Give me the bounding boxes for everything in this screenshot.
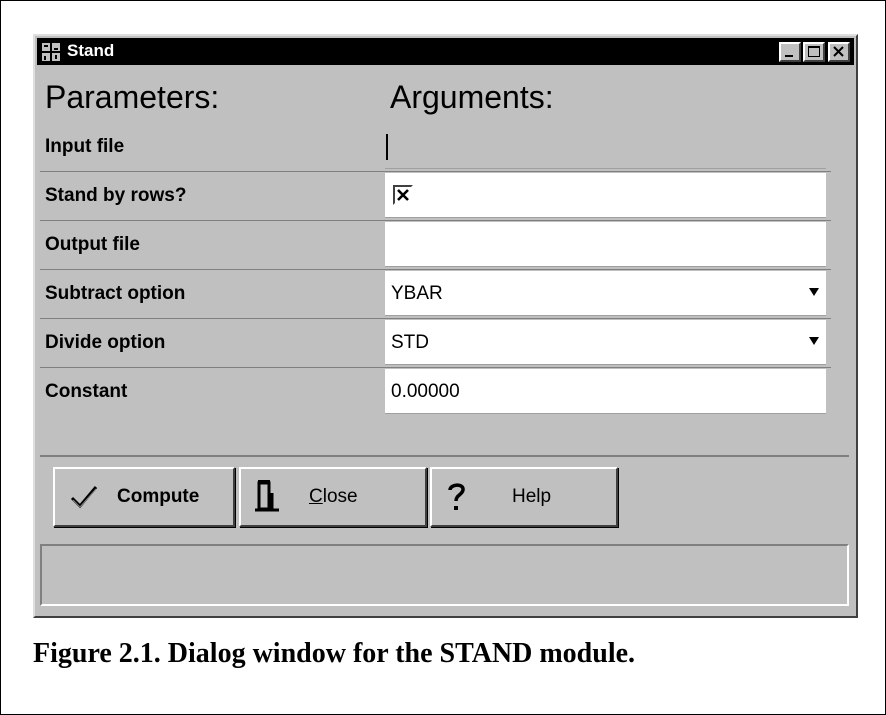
row-input-file: Input file: [40, 123, 831, 171]
checkmark-x-icon: [397, 189, 409, 201]
stand-dialog-window: Stand Parameters: Arguments: Input file …: [33, 34, 858, 618]
subtract-option-select[interactable]: YBAR: [385, 271, 826, 316]
row-output-file: Output file: [40, 221, 831, 269]
status-bar: [40, 544, 849, 606]
constant-field[interactable]: 0.00000: [385, 369, 826, 414]
row-label: Divide option: [45, 332, 166, 353]
stand-by-rows-cell: [385, 173, 826, 218]
row-subtract-option: Subtract option YBAR: [40, 270, 831, 318]
question-mark-icon: [448, 483, 465, 510]
row-stand-by-rows: Stand by rows?: [40, 172, 831, 220]
close-icon: [833, 46, 844, 57]
figure-caption: Figure 2.1. Dialog window for the STAND …: [33, 638, 636, 669]
row-label: Constant: [45, 381, 128, 402]
help-button[interactable]: Help: [430, 467, 618, 527]
row-label: Output file: [45, 234, 140, 255]
constant-value: 0.00000: [391, 381, 460, 402]
divide-option-select[interactable]: STD: [385, 320, 826, 365]
checkmark-icon: [70, 486, 98, 509]
dropdown-arrow-icon: [809, 337, 819, 345]
row-divide-option: Divide option STD: [40, 319, 831, 367]
compute-label: Compute: [117, 486, 200, 507]
compute-button[interactable]: Compute: [53, 467, 235, 527]
maximize-icon: [808, 46, 820, 57]
stand-by-rows-checkbox[interactable]: [393, 185, 413, 205]
divide-option-value: STD: [391, 332, 429, 353]
close-window-button[interactable]: [828, 42, 850, 62]
output-file-field[interactable]: [385, 222, 826, 267]
row-label: Stand by rows?: [45, 185, 187, 206]
minimize-button[interactable]: [779, 42, 801, 62]
app-icon: [41, 42, 61, 62]
close-label-rest: lose: [322, 486, 358, 507]
close-label: Close: [309, 486, 358, 507]
text-cursor: [386, 134, 388, 160]
minimize-icon: [785, 55, 793, 57]
door-exit-icon: [255, 480, 279, 512]
row-label: Input file: [45, 136, 125, 157]
window-title: Stand: [67, 41, 115, 60]
grid-bottom-border: [40, 455, 849, 457]
input-file-field[interactable]: [385, 124, 826, 169]
parameters-header: Parameters:: [45, 79, 220, 115]
row-constant: Constant 0.00000: [40, 368, 831, 416]
parameter-grid: Parameters: Arguments: Input file Stand …: [40, 71, 831, 455]
dropdown-arrow-icon: [809, 288, 819, 296]
row-label: Subtract option: [45, 283, 186, 304]
help-label: Help: [512, 486, 552, 507]
close-button[interactable]: Close: [239, 467, 427, 527]
figure-frame: Stand Parameters: Arguments: Input file …: [0, 0, 886, 715]
subtract-option-value: YBAR: [391, 283, 443, 304]
arguments-header: Arguments:: [390, 79, 554, 115]
maximize-button[interactable]: [803, 42, 825, 62]
title-bar: Stand: [37, 38, 854, 65]
